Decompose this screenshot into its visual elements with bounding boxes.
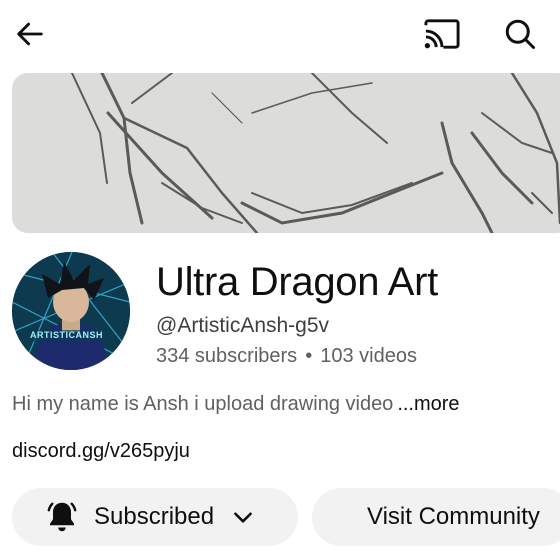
cast-icon	[424, 19, 460, 49]
description-text: Hi my name is Ansh i upload drawing vide…	[12, 393, 394, 415]
visit-community-label: Visit Community	[367, 503, 540, 530]
channel-handle: @ArtisticAnsh-g5v	[156, 314, 330, 337]
visit-community-button[interactable]: Visit Community	[312, 488, 560, 546]
channel-stats: 334 subscribers • 103 videos	[156, 345, 417, 368]
arrow-left-icon	[17, 22, 43, 46]
subscribed-button[interactable]: Subscribed	[12, 488, 298, 546]
channel-description[interactable]: Hi my name is Ansh i upload drawing vide…	[12, 393, 460, 416]
channel-title: Ultra Dragon Art	[156, 260, 438, 304]
avatar-image	[12, 252, 130, 370]
chevron-down-icon	[234, 512, 252, 523]
avatar-text: ARTISTICANSH	[30, 330, 103, 340]
search-icon	[505, 19, 535, 49]
more-link[interactable]: ...more	[397, 393, 459, 415]
bell-icon	[47, 502, 77, 532]
search-button[interactable]	[498, 14, 542, 54]
channel-banner	[12, 73, 560, 233]
subscribed-label: Subscribed	[94, 503, 215, 530]
channel-link[interactable]: discord.gg/v265pyju	[12, 440, 190, 463]
subscriber-count: 334 subscribers	[156, 345, 298, 367]
back-button[interactable]	[10, 14, 50, 54]
stats-separator: •	[305, 345, 313, 367]
video-count: 103 videos	[320, 345, 417, 367]
cast-button[interactable]	[420, 14, 464, 54]
channel-avatar[interactable]: ARTISTICANSH	[12, 252, 130, 370]
